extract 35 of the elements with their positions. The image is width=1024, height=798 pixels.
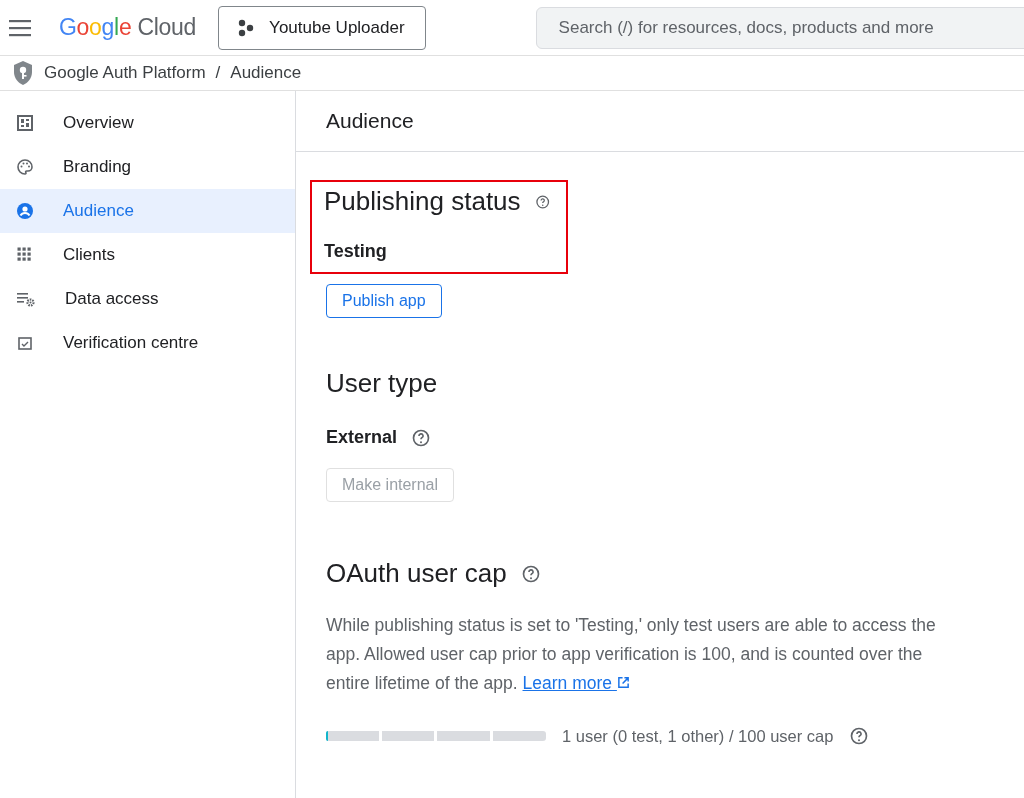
list-gear-icon xyxy=(16,290,36,308)
sidebar-item[interactable]: Audience xyxy=(0,189,295,233)
section-heading: OAuth user cap xyxy=(326,558,507,589)
project-picker[interactable]: Youtube Uploader xyxy=(218,5,426,50)
learn-more-link[interactable]: Learn more xyxy=(522,673,630,693)
breadcrumb-link[interactable]: Audience xyxy=(230,63,302,83)
menu-icon[interactable] xyxy=(9,18,31,37)
status-value: Testing xyxy=(324,241,388,262)
shield-key-icon xyxy=(12,60,34,86)
external-link-icon xyxy=(616,676,630,689)
sidebar-item[interactable]: Verification centre xyxy=(0,321,295,365)
help-icon[interactable] xyxy=(849,726,870,746)
usage-text: 1 user (0 test, 1 other) / 100 user cap xyxy=(562,726,834,746)
help-icon[interactable] xyxy=(520,563,541,584)
grid-icon xyxy=(16,246,34,264)
description-text: While publishing status is set to 'Testing,' only test users are able to access the app. Allowed user cap prior to app verification is 100, and is counted over the entire lifetime of the app. Learn more xyxy=(326,614,937,695)
sidebar-item[interactable]: Overview xyxy=(0,101,295,145)
sidebar-item[interactable]: Clients xyxy=(0,233,295,277)
publish-button[interactable]: Publish app xyxy=(326,284,442,318)
section-heading: User type xyxy=(326,368,438,399)
person-icon xyxy=(16,202,34,220)
checkbox-icon xyxy=(16,334,34,352)
breadcrumb-separator: / xyxy=(215,63,221,83)
dashboard-icon xyxy=(16,114,34,132)
page-title: Audience xyxy=(296,91,1024,152)
sidebar-item[interactable]: Branding xyxy=(0,145,295,189)
sidebar-item[interactable]: Data access xyxy=(0,277,295,321)
help-icon[interactable] xyxy=(411,427,432,448)
section-heading: Publishing status xyxy=(324,186,521,217)
palette-icon xyxy=(16,158,34,176)
search-field[interactable]: Search (/) for resources, docs, products and more xyxy=(535,6,1024,49)
dots-icon xyxy=(237,18,256,37)
breadcrumb-link[interactable]: Google Auth Platform xyxy=(44,63,206,83)
logo[interactable]: Google Cloud xyxy=(59,14,197,41)
user-type-value: External xyxy=(326,427,398,448)
